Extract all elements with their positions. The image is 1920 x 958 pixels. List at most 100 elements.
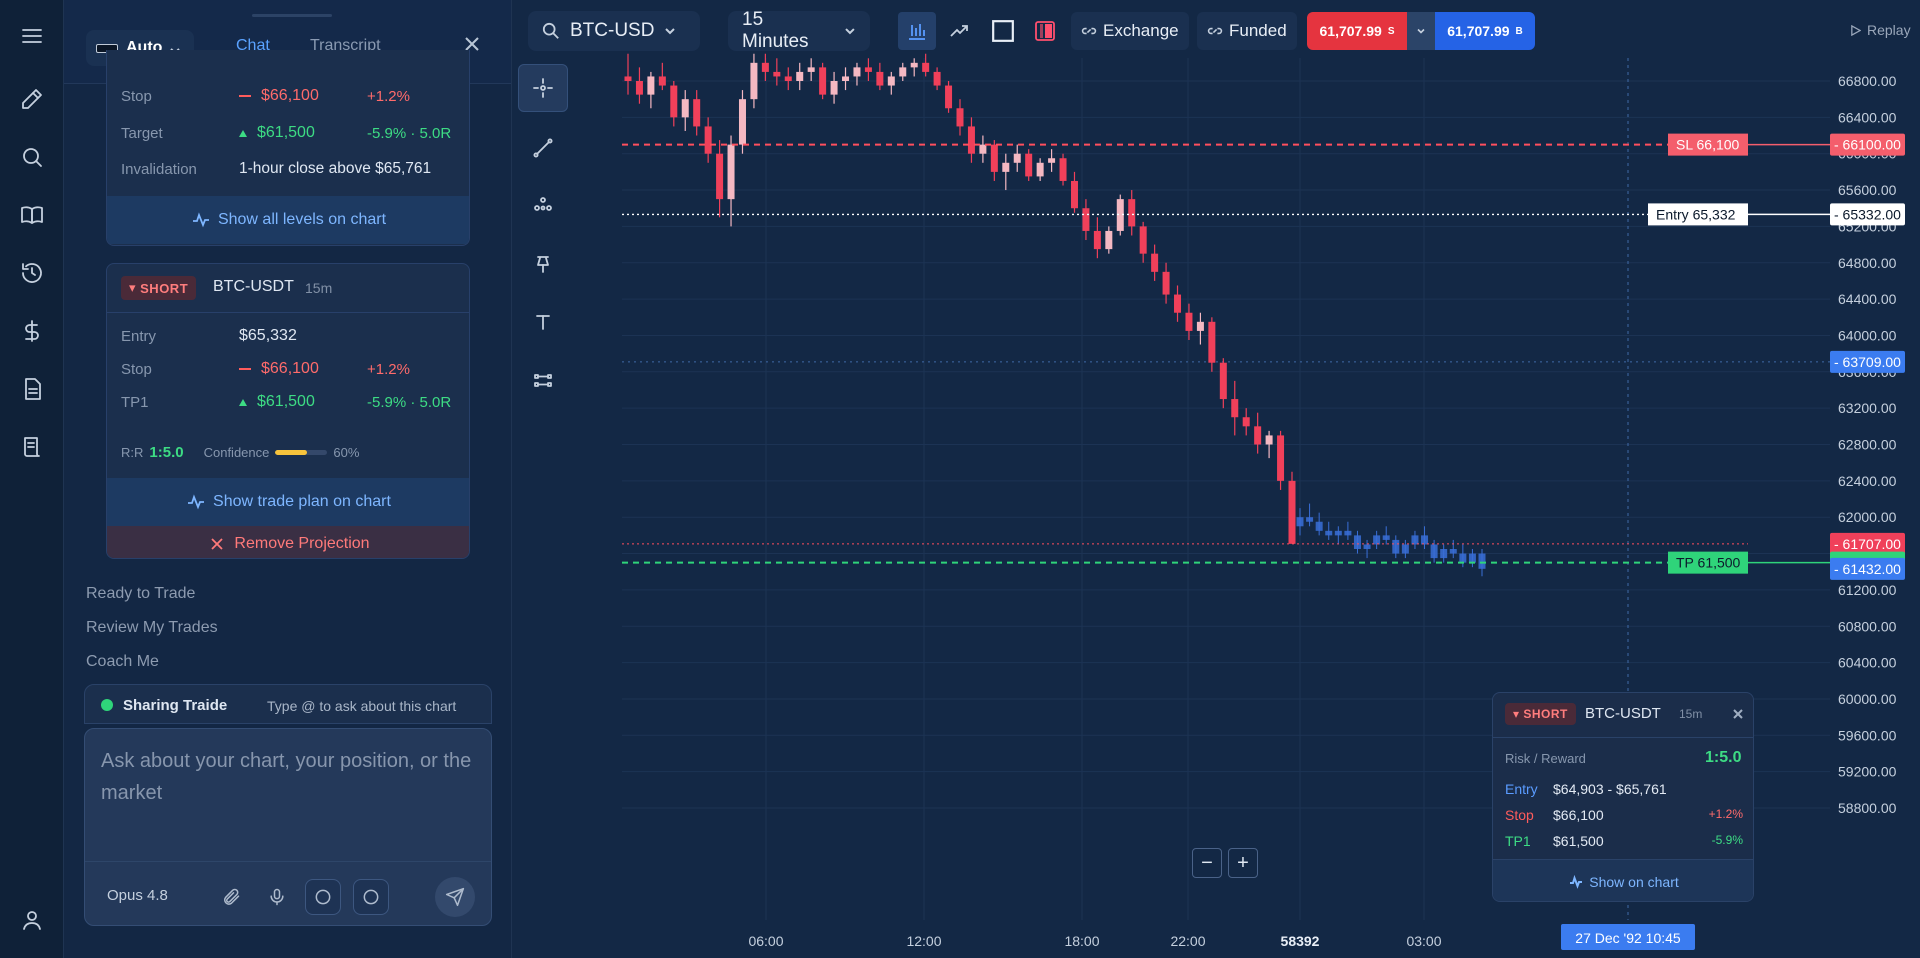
interval-selector[interactable]: 15 Minutes bbox=[728, 9, 870, 52]
level-axis-badge-sl bbox=[1830, 133, 1905, 156]
crosshair-icon bbox=[533, 78, 553, 98]
circle-toggle-icon[interactable] bbox=[305, 879, 341, 915]
confidence-label: Confidence bbox=[203, 445, 270, 460]
remove-projection-button[interactable]: Remove Projection bbox=[107, 526, 469, 558]
candle-body bbox=[979, 144, 987, 154]
price-tick-label: 59200.00 bbox=[1838, 764, 1897, 780]
candle-body bbox=[681, 99, 689, 118]
candle-body bbox=[1254, 426, 1262, 445]
quick-action-review-trades[interactable]: Review My Trades bbox=[86, 619, 218, 637]
zoom-in-button[interactable]: + bbox=[1228, 848, 1258, 878]
candle-body bbox=[1151, 253, 1159, 272]
menu-icon[interactable] bbox=[14, 18, 50, 54]
trendline-tool[interactable] bbox=[518, 124, 568, 172]
square-icon[interactable] bbox=[986, 14, 1020, 48]
composer-model-label[interactable]: Opus 4.8 bbox=[107, 887, 168, 904]
link-icon bbox=[1081, 27, 1097, 35]
replay-button[interactable]: Replay bbox=[1850, 22, 1911, 38]
price-tick-label: 64800.00 bbox=[1838, 255, 1897, 271]
line-chart-icon[interactable] bbox=[942, 14, 976, 48]
price-tick-label: 65600.00 bbox=[1838, 182, 1897, 198]
show-on-chart-button[interactable]: Show on chart bbox=[1493, 859, 1753, 901]
price-tick-label: 66800.00 bbox=[1838, 73, 1897, 89]
symbol-search[interactable]: BTC-USD bbox=[528, 11, 700, 51]
exchange-button[interactable]: Exchange bbox=[1071, 12, 1189, 50]
projected-body bbox=[1449, 549, 1457, 554]
zoom-out-button[interactable]: − bbox=[1192, 848, 1222, 878]
chart-toolbar: BTC-USD 15 Minutes Exchange Funded 61,70… bbox=[512, 0, 1920, 60]
candle-body bbox=[1185, 312, 1193, 331]
user-icon[interactable] bbox=[14, 902, 50, 938]
candle-body bbox=[910, 62, 918, 68]
pattern-tool[interactable] bbox=[518, 356, 568, 404]
search-icon[interactable] bbox=[14, 139, 50, 175]
projected-body bbox=[1440, 549, 1448, 559]
candle-body bbox=[1139, 226, 1147, 254]
book-icon[interactable] bbox=[14, 197, 50, 233]
crosshair-tool[interactable] bbox=[518, 64, 568, 112]
show-all-levels-button[interactable]: Show all levels on chart bbox=[107, 196, 469, 244]
price-tick-label: 62800.00 bbox=[1838, 437, 1897, 453]
pin-icon bbox=[537, 256, 549, 273]
risk-reward-value: 1:5.0 bbox=[1705, 749, 1742, 766]
show-trade-plan-button[interactable]: Show trade plan on chart bbox=[107, 478, 469, 526]
send-icon[interactable] bbox=[435, 877, 475, 917]
live-status-dot bbox=[101, 699, 113, 711]
node-tool[interactable] bbox=[518, 182, 568, 230]
stop-label: Stop bbox=[121, 88, 152, 105]
journal-icon[interactable] bbox=[14, 429, 50, 465]
microphone-icon[interactable] bbox=[259, 879, 295, 915]
show-trade-plan-label: Show trade plan on chart bbox=[213, 493, 391, 510]
history-icon[interactable] bbox=[14, 255, 50, 291]
time-tick-label: 22:00 bbox=[1170, 933, 1205, 949]
price-tick-label: 60800.00 bbox=[1838, 618, 1897, 634]
pulse-icon bbox=[188, 494, 205, 510]
plan-symbol: BTC-USDT bbox=[213, 278, 294, 295]
level-axis-badge-crosshair bbox=[1830, 350, 1905, 373]
color-bars-icon[interactable] bbox=[1028, 14, 1062, 48]
buy-price: 61,707.99 bbox=[1447, 23, 1510, 39]
candle-body bbox=[1231, 399, 1239, 418]
drag-handle[interactable] bbox=[252, 14, 332, 17]
candle-body bbox=[853, 67, 861, 77]
candles-chart-icon[interactable] bbox=[898, 12, 936, 50]
pencil-icon[interactable] bbox=[14, 81, 50, 117]
risk-reward-label: Risk / Reward bbox=[1505, 751, 1586, 766]
candle-body bbox=[1116, 199, 1124, 231]
rr-label: R:R bbox=[121, 445, 144, 460]
tp1-label: TP1 bbox=[1505, 833, 1531, 849]
sell-price-button[interactable]: 61,707.99 S bbox=[1307, 12, 1407, 50]
close-icon[interactable] bbox=[1731, 707, 1745, 721]
level-axis-text: - 61500.00 bbox=[1834, 555, 1901, 571]
order-type-dropdown[interactable] bbox=[1407, 12, 1435, 50]
buy-price-button[interactable]: 61,707.99 B bbox=[1435, 12, 1535, 50]
funded-button[interactable]: Funded bbox=[1197, 12, 1297, 50]
price-tick-label: 66400.00 bbox=[1838, 109, 1897, 125]
projected-body bbox=[1468, 553, 1476, 563]
target-pct: -5.9% · 5.0R bbox=[367, 125, 452, 142]
price-tick-label: 63600.00 bbox=[1838, 364, 1897, 380]
trade-plan-card: ▾ SHORT BTC-USDT 15m Entry $65,332 Stop … bbox=[106, 263, 470, 559]
candle-body bbox=[761, 62, 769, 72]
pin-tool[interactable] bbox=[518, 240, 568, 288]
dollar-icon[interactable] bbox=[14, 313, 50, 349]
candle-body bbox=[635, 81, 643, 95]
quick-action-coach-me[interactable]: Coach Me bbox=[86, 653, 159, 671]
entry-value: $65,332 bbox=[239, 327, 297, 344]
price-tick-label: 66000.00 bbox=[1838, 146, 1897, 162]
document-icon[interactable] bbox=[14, 371, 50, 407]
attach-icon[interactable] bbox=[213, 879, 249, 915]
candle-body bbox=[738, 99, 746, 145]
quick-action-ready-to-trade[interactable]: Ready to Trade bbox=[86, 585, 195, 603]
stop-pct: +1.2% bbox=[1708, 807, 1743, 821]
replay-label: Replay bbox=[1867, 22, 1911, 38]
circle-option-icon[interactable] bbox=[353, 879, 389, 915]
price-tick-label: 64400.00 bbox=[1838, 291, 1897, 307]
time-axis: 06:00 12:00 18:00 22:00 58392 03:00 bbox=[748, 933, 1441, 949]
chat-input[interactable] bbox=[101, 745, 477, 845]
candle-body bbox=[876, 71, 884, 86]
candle-body bbox=[1277, 435, 1285, 481]
text-tool[interactable] bbox=[518, 298, 568, 346]
level-axis-text: - 65332.00 bbox=[1834, 206, 1901, 222]
candle-body bbox=[704, 126, 712, 154]
